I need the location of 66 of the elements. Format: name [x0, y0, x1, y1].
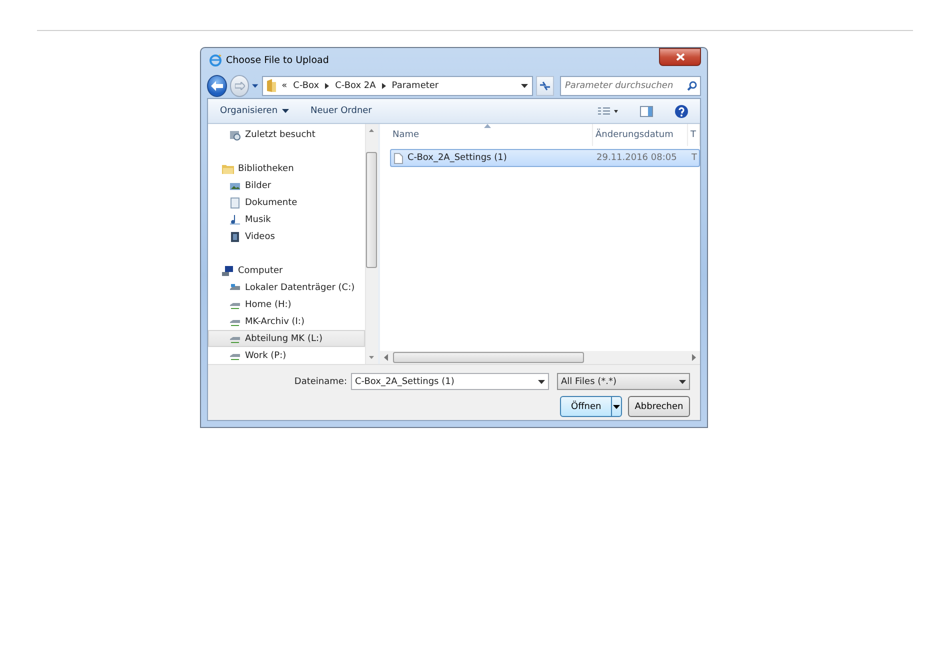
- caret-icon: [252, 84, 259, 88]
- navigation-item[interactable]: Work (P:): [208, 347, 366, 364]
- search-field[interactable]: Parameter durchsuchen: [560, 76, 701, 96]
- chevron-icon: [382, 82, 386, 88]
- toolbar-button[interactable]: Neuer Ordner: [310, 106, 372, 116]
- breadcrumb[interactable]: C-Box 2A: [335, 80, 376, 90]
- file-type-dropdown[interactable]: All Files (*.*): [557, 373, 690, 390]
- navigation-item[interactable]: Bilder: [208, 177, 366, 194]
- refresh-icon: [539, 80, 552, 90]
- horizontal-scrollbar[interactable]: [380, 351, 700, 364]
- window-title: Choose File to Upload: [226, 55, 330, 66]
- scroll-left-arrow-icon[interactable]: [382, 354, 388, 361]
- caret-icon: [282, 109, 289, 113]
- breadcrumb[interactable]: «: [282, 80, 288, 90]
- file-icon: [394, 152, 402, 164]
- navigation-item[interactable]: Zuletzt besucht: [208, 126, 366, 143]
- document-icon: [229, 196, 241, 208]
- folder-icon: [266, 79, 276, 92]
- address-bar[interactable]: « C-Box C-Box 2A Parameter: [262, 76, 534, 96]
- folder-icon: [222, 162, 234, 174]
- file-name: C-Box_2A_Settings (1): [408, 153, 507, 163]
- vertical-scrollbar[interactable]: [365, 124, 378, 364]
- music-note-icon: [229, 214, 241, 226]
- filename-label: Dateiname:: [294, 376, 347, 386]
- open-button[interactable]: Öffnen: [560, 396, 622, 417]
- arrow-left-icon: [210, 80, 223, 90]
- navigation-item[interactable]: Abteilung MK (L:): [208, 330, 366, 347]
- chevron-icon: [325, 82, 330, 88]
- close-button[interactable]: [659, 48, 701, 66]
- navigation-item[interactable]: Musik: [208, 211, 366, 228]
- help-icon[interactable]: [675, 104, 688, 118]
- clock-folder-icon: [229, 128, 241, 140]
- modified-date: 29.11.2016 08:05: [596, 153, 678, 163]
- navigation-item[interactable]: MK-Archiv (I:): [208, 313, 366, 330]
- navigation-item[interactable]: Dokumente: [208, 194, 366, 211]
- column-header[interactable]: Änderungsdatum: [592, 124, 688, 146]
- view-icon[interactable]: [598, 107, 618, 115]
- column-header[interactable]: Name: [390, 124, 592, 146]
- table-cell-text: T: [690, 153, 698, 163]
- breadcrumb[interactable]: C-Box: [293, 80, 320, 90]
- cancel-button[interactable]: Abbrechen: [628, 396, 690, 417]
- navigation-item[interactable]: Computer: [208, 262, 366, 279]
- back-button[interactable]: [207, 74, 227, 96]
- search-icon: [687, 80, 697, 90]
- sort-arrow-icon: [484, 124, 490, 128]
- file-row[interactable]: C-Box_2A_Settings (1) 29.11.2016 08:05 T: [390, 149, 700, 167]
- computer-icon: [222, 264, 234, 276]
- navigation-item[interactable]: Videos: [208, 228, 366, 245]
- preview-pane-icon[interactable]: [640, 106, 653, 116]
- breadcrumb[interactable]: Parameter: [392, 80, 439, 90]
- caret-icon: [521, 84, 528, 88]
- navigation-item[interactable]: Bibliotheken: [208, 160, 366, 177]
- caret-icon: [679, 380, 686, 384]
- caret-icon: [613, 404, 620, 408]
- column-header[interactable]: T: [688, 124, 700, 146]
- arrow-right-icon: [234, 82, 245, 90]
- close-icon: [676, 53, 684, 61]
- scroll-right-arrow-icon[interactable]: [691, 354, 697, 361]
- film-icon: [229, 230, 241, 242]
- toolbar-button[interactable]: Organisieren: [220, 106, 289, 116]
- navigation-item[interactable]: Lokaler Datenträger (C:): [208, 279, 366, 296]
- navigation-item[interactable]: Home (H:): [208, 296, 366, 313]
- caret-icon: [538, 380, 545, 384]
- refresh-button[interactable]: [536, 76, 554, 96]
- globe-icon: [209, 54, 222, 67]
- filename-field[interactable]: C-Box_2A_Settings (1): [351, 373, 549, 390]
